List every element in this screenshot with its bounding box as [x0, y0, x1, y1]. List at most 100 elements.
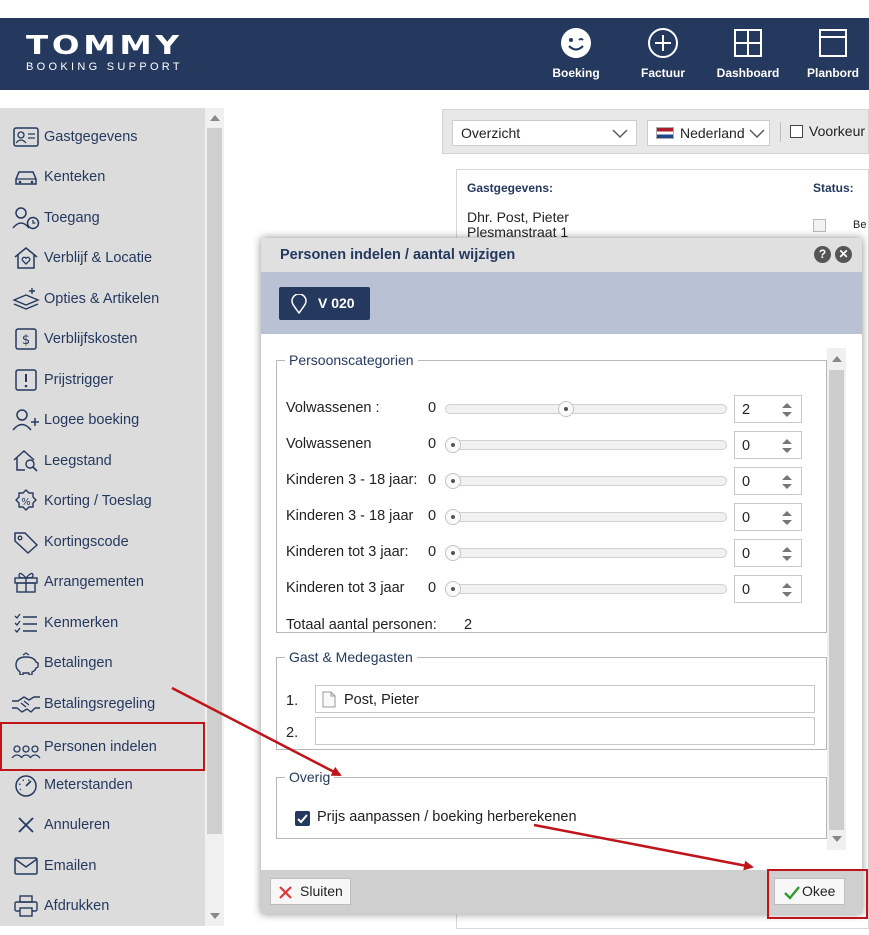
sidebar-item-prijstrigger[interactable]: Prijstrigger [0, 361, 205, 399]
voorkeur-checkbox[interactable]: Voorkeur [790, 123, 865, 139]
scroll-down-icon[interactable] [832, 836, 842, 842]
category-spinner[interactable]: 0 [734, 539, 802, 567]
nav-planbord-button[interactable]: Planbord [801, 18, 865, 90]
sidebar-item-kenteken[interactable]: Kenteken [0, 158, 205, 196]
sidebar-item-betalingsregeling[interactable]: Betalingsregeling [0, 685, 205, 723]
slider-handle[interactable] [445, 473, 461, 489]
location-code: V 020 [318, 295, 355, 311]
sidebar-item-toegang[interactable]: Toegang [0, 199, 205, 237]
scroll-up-icon[interactable] [832, 356, 842, 362]
sidebar-item-label: Betalingsregeling [44, 696, 156, 712]
category-spinner[interactable]: 0 [734, 575, 802, 603]
spin-up-icon[interactable] [782, 511, 792, 516]
status-checkbox[interactable] [813, 219, 826, 232]
category-label: Volwassenen : [286, 400, 380, 416]
dialog-scrollbar[interactable] [827, 348, 846, 850]
recalc-checkbox[interactable] [295, 811, 310, 826]
guest-name: Dhr. Post, Pieter [467, 209, 569, 225]
slider-handle[interactable] [445, 509, 461, 525]
category-value: 2 [742, 402, 751, 418]
category-slider[interactable] [445, 437, 727, 453]
slider-handle[interactable] [445, 581, 461, 597]
sidebar-item-kortingscode[interactable]: Kortingscode [0, 523, 205, 561]
sidebar-item-afdrukken[interactable]: Afdrukken [0, 887, 205, 925]
sidebar-item-annuleren[interactable]: Annuleren [0, 806, 205, 844]
view-select[interactable]: Overzicht [452, 120, 637, 146]
guest-card-icon [11, 124, 41, 150]
spin-up-icon[interactable] [782, 547, 792, 552]
sidebar-item-label: Arrangementen [44, 574, 144, 590]
slider-handle[interactable] [445, 545, 461, 561]
sidebar-item-verblijf-locatie[interactable]: Verblijf & Locatie [0, 239, 205, 277]
category-min: 0 [428, 436, 437, 452]
house-search-icon [11, 448, 41, 474]
slider-handle[interactable] [557, 401, 574, 417]
location-badge[interactable]: V 020 [279, 287, 370, 320]
spin-up-icon[interactable] [782, 439, 792, 444]
sidebar-item-gastgegevens[interactable]: Gastgegevens [0, 118, 205, 156]
sidebar-scroll-thumb[interactable] [207, 128, 222, 834]
guest-field[interactable]: Post, Pieter [315, 685, 815, 713]
category-min: 0 [428, 580, 437, 596]
sidebar-item-korting-toeslag[interactable]: % Korting / Toeslag [0, 482, 205, 520]
sidebar-item-label: Emailen [44, 858, 97, 874]
sidebar-item-personen-indelen[interactable]: Personen indelen [0, 722, 205, 771]
nav-boeking-button[interactable]: Boeking [545, 18, 607, 90]
plus-circle-icon [648, 28, 678, 58]
category-slider[interactable] [445, 545, 727, 561]
sidebar-item-betalingen[interactable]: Betalingen [0, 644, 205, 682]
category-value: 0 [742, 546, 751, 562]
gift-icon [11, 569, 41, 595]
toolbar-divider [780, 122, 781, 142]
dialog-title: Personen indelen / aantal wijzigen [280, 247, 516, 263]
spin-up-icon[interactable] [782, 403, 792, 408]
close-button[interactable]: Sluiten [270, 878, 351, 905]
category-slider[interactable] [445, 509, 727, 525]
scroll-up-icon[interactable] [210, 115, 220, 121]
spin-down-icon[interactable] [782, 556, 792, 561]
sidebar-item-logee-boeking[interactable]: Logee boeking [0, 401, 205, 439]
sidebar-item-verblijfskosten[interactable]: $ Verblijfskosten [0, 320, 205, 358]
dollar-icon: $ [11, 326, 41, 352]
sidebar-item-leegstand[interactable]: Leegstand [0, 442, 205, 480]
nav-dashboard-button[interactable]: Dashboard [713, 18, 783, 90]
guest-field[interactable] [315, 717, 815, 745]
spin-down-icon[interactable] [782, 592, 792, 597]
help-icon[interactable]: ? [814, 246, 831, 263]
spin-down-icon[interactable] [782, 448, 792, 453]
sidebar-scrollbar[interactable] [205, 108, 224, 926]
category-spinner[interactable]: 0 [734, 431, 802, 459]
category-spinner[interactable]: 0 [734, 467, 802, 495]
sidebar-item-emailen[interactable]: Emailen [0, 847, 205, 885]
dialog-scroll-thumb[interactable] [829, 370, 844, 830]
nav-factuur-button[interactable]: Factuur [632, 18, 694, 90]
sidebar-item-kenmerken[interactable]: Kenmerken [0, 604, 205, 642]
spin-up-icon[interactable] [782, 475, 792, 480]
category-slider[interactable] [445, 401, 727, 417]
category-spinner[interactable]: 0 [734, 503, 802, 531]
nav-planbord-label: Planbord [806, 66, 859, 80]
spin-up-icon[interactable] [782, 583, 792, 588]
category-value: 0 [742, 510, 751, 526]
category-spinner[interactable]: 2 [734, 395, 802, 423]
category-label: Volwassenen [286, 436, 372, 452]
spin-down-icon[interactable] [782, 412, 792, 417]
sidebar-item-arrangementen[interactable]: Arrangementen [0, 563, 205, 601]
map-pin-icon [291, 294, 307, 314]
category-slider[interactable] [445, 473, 727, 489]
sidebar-item-opties-artikelen[interactable]: Opties & Artikelen [0, 280, 205, 318]
close-icon[interactable]: ✕ [835, 246, 852, 263]
category-slider[interactable] [445, 581, 727, 597]
slider-handle[interactable] [445, 437, 461, 453]
category-min: 0 [428, 400, 437, 416]
total-label: Totaal aantal personen: [286, 617, 437, 633]
scroll-down-icon[interactable] [210, 913, 220, 919]
checkbox-icon [790, 125, 803, 138]
spin-down-icon[interactable] [782, 520, 792, 525]
sidebar-item-meterstanden[interactable]: Meterstanden [0, 766, 205, 804]
sidebar-item-label: Betalingen [44, 655, 113, 671]
language-select[interactable]: Nederlands [647, 120, 770, 146]
printer-icon [11, 893, 41, 919]
spin-down-icon[interactable] [782, 484, 792, 489]
house-heart-icon [11, 245, 41, 271]
